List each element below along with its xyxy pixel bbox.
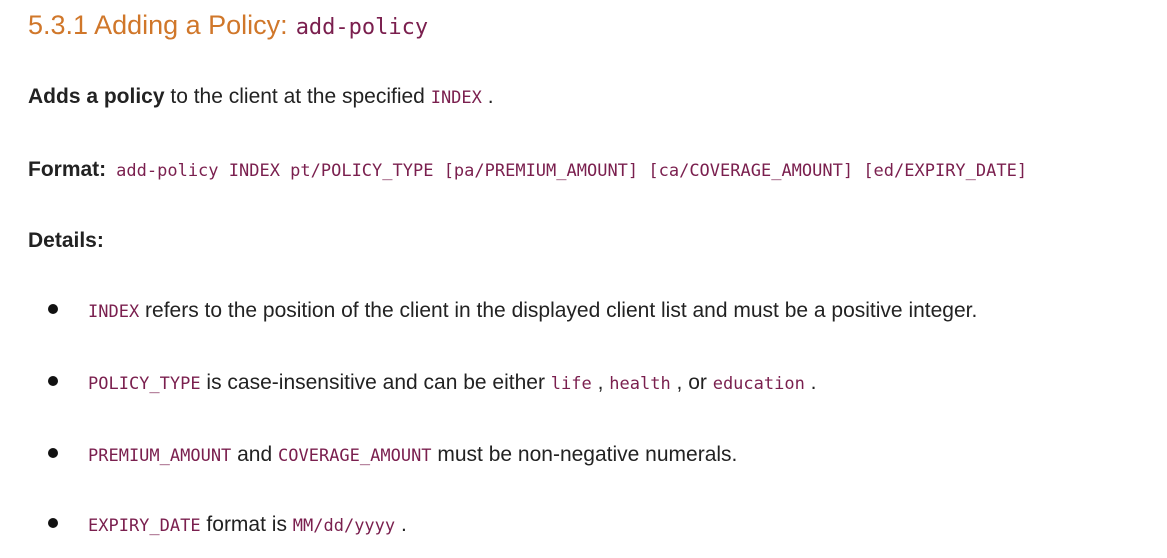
list-item: POLICY_TYPE is case-insensitive and can … [48, 371, 817, 395]
format-code: add-policy INDEX pt/POLICY_TYPE [pa/PREM… [116, 161, 1028, 181]
summary-index-code: INDEX [430, 88, 482, 108]
item-text: , [591, 371, 610, 394]
item-text: . [395, 513, 407, 536]
section-title: 5.3.1 Adding a Policy: [28, 10, 288, 40]
format-line: Format: add-policy INDEX pt/POLICY_TYPE [… [28, 158, 1027, 182]
format-label: Format: [28, 158, 107, 181]
education-code: education [712, 374, 805, 394]
summary-bold: Adds a policy [28, 85, 165, 108]
summary-text: to the client at the specified [164, 85, 431, 108]
details-heading: Details: [28, 229, 104, 253]
coverage-amount-code: COVERAGE_AMOUNT [278, 446, 432, 466]
item-text: , or [670, 371, 713, 394]
item-text: must be non-negative numerals. [431, 443, 738, 466]
command-name: add-policy [295, 15, 429, 40]
life-code: life [550, 374, 592, 394]
date-format-code: MM/dd/yyyy [292, 516, 396, 536]
policy-type-code: POLICY_TYPE [88, 374, 201, 394]
list-item: EXPIRY_DATE format is MM/dd/yyyy . [48, 513, 407, 537]
expiry-date-code: EXPIRY_DATE [88, 516, 201, 536]
section-heading: 5.3.1 Adding a Policy: add-policy [28, 10, 428, 41]
list-item: INDEX refers to the position of the clie… [48, 299, 977, 323]
index-code: INDEX [88, 302, 140, 322]
bullet-icon [48, 518, 58, 529]
summary-paragraph: Adds a policy to the client at the speci… [28, 85, 494, 109]
bullet-icon [48, 448, 58, 459]
health-code: health [609, 374, 671, 394]
details-label: Details: [28, 229, 104, 252]
item-text: is case-insensitive and can be either [200, 371, 551, 394]
bullet-icon [48, 304, 58, 315]
item-text: refers to the position of the client in … [139, 299, 978, 322]
premium-amount-code: PREMIUM_AMOUNT [88, 446, 232, 466]
list-item: PREMIUM_AMOUNT and COVERAGE_AMOUNT must … [48, 443, 737, 467]
bullet-icon [48, 376, 58, 387]
item-text: format is [200, 513, 293, 536]
summary-end: . [481, 85, 494, 108]
item-text: and [231, 443, 279, 466]
item-text: . [804, 371, 817, 394]
